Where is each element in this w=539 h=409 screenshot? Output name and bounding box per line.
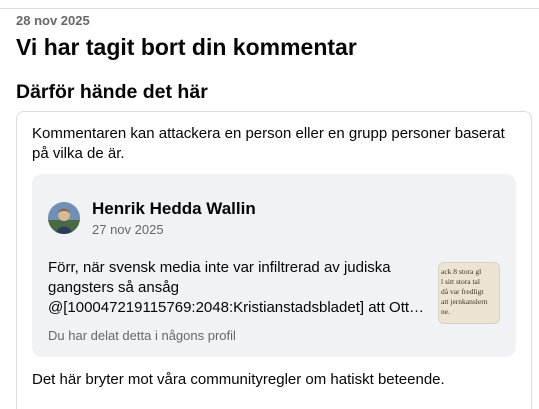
reason-explanation: Kommentaren kan attackera en person elle… — [32, 125, 505, 162]
violation-text: Det här bryter mot våra communityregler … — [32, 371, 445, 388]
newspaper-clipping-icon: ack 8 stora gl l sitt stora tal då var f… — [439, 263, 499, 323]
clipping-text-line: då var fredligt — [441, 287, 484, 296]
comment-author[interactable]: Henrik Hedda Wallin — [92, 199, 256, 219]
top-divider — [0, 8, 539, 9]
clipping-text-line: att jernkanslern — [441, 297, 488, 306]
comment-text-line: gangsters så ansåg — [48, 279, 179, 296]
shared-note: Du har delat detta i någons profil — [48, 328, 236, 343]
comment-text: Förr, när svensk media inte var infiltre… — [48, 258, 430, 318]
avatar[interactable] — [48, 202, 80, 234]
clipping-text-line: ack 8 stora gl — [441, 267, 481, 276]
notice-date: 28 nov 2025 — [16, 13, 90, 28]
comment-text-line: @[100047219115769:2048:Kristianstadsblad… — [48, 299, 425, 316]
comment-text-line: Förr, när svensk media inte var infiltre… — [48, 259, 391, 276]
removed-comment: Henrik Hedda Wallin 27 nov 2025 Förr, nä… — [32, 174, 516, 357]
page-title: Vi har tagit bort din kommentar — [16, 34, 357, 60]
clipping-text-line: l sitt stora tal — [441, 277, 480, 286]
clipping-text-line: ne. — [441, 307, 450, 316]
reason-card: Kommentaren kan attackera en person elle… — [16, 111, 532, 409]
comment-date: 27 nov 2025 — [92, 222, 164, 237]
section-heading: Därför hände det här — [16, 81, 208, 103]
comment-attachment-thumbnail[interactable]: ack 8 stora gl l sitt stora tal då var f… — [438, 262, 500, 324]
avatar-photo-icon — [48, 202, 80, 234]
